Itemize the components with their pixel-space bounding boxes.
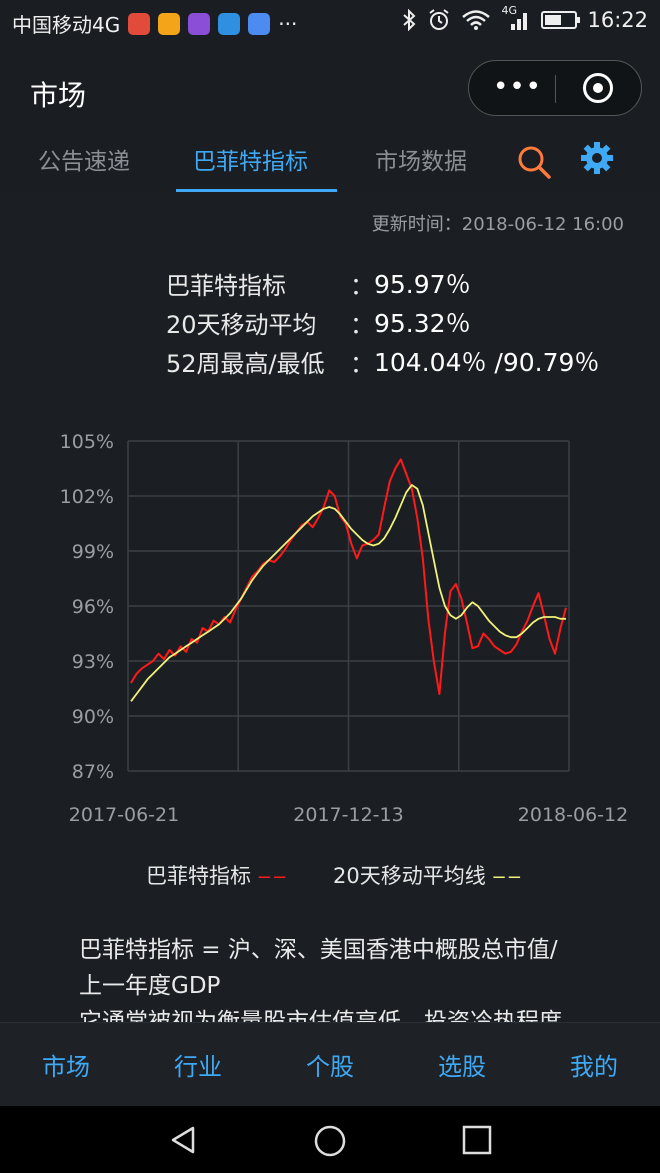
- indicator-description: 巴菲特指标 = 沪、深、美国香港中概股总市值/ 上一年度GDP 它通常被视为衡量…: [79, 932, 639, 1022]
- stat-colon: ：: [350, 311, 374, 339]
- stat-value-52w: 104.04％ /90.79％: [374, 348, 600, 377]
- nav-mine[interactable]: 我的: [528, 1047, 660, 1082]
- buffett-indicator-chart: 105% 102% 99% 96% 93% 90% 87% 2017-06-21 2017-12…: [60, 431, 629, 826]
- more-notifications-icon: ···: [278, 11, 298, 36]
- home-icon[interactable]: [313, 1124, 347, 1158]
- gear-icon[interactable]: [579, 140, 615, 176]
- nav-stocks[interactable]: 个股: [264, 1047, 396, 1082]
- x-tick-label: 2017-06-21: [69, 804, 179, 826]
- legend-item-buffett: 巴菲特指标 ‒‒: [146, 860, 288, 890]
- nav-market[interactable]: 市场: [0, 1047, 132, 1082]
- update-time: 更新时间：2018-06-12 16:00: [371, 214, 624, 235]
- status-bar: 中国移动4G ··· 4G 16:22: [0, 0, 660, 46]
- app-notification-icon: [158, 12, 181, 35]
- legend-label-ma20: 20天移动平均线: [333, 864, 486, 888]
- clock: 16:22: [587, 8, 648, 32]
- main-content: 更新时间：2018-06-12 16:00 巴菲特指标 ： 95.97％ 20天…: [0, 192, 660, 1022]
- legend-dash-red: ‒‒: [257, 864, 289, 888]
- y-tick-label: 105%: [60, 431, 114, 453]
- battery-icon: [541, 11, 581, 29]
- back-icon[interactable]: [167, 1124, 199, 1156]
- description-line: 它通常被视为衡量股市估值高低、投资冷热程度: [79, 1009, 562, 1022]
- more-options-icon[interactable]: •••: [493, 74, 542, 100]
- nav-stock-picker[interactable]: 选股: [396, 1047, 528, 1082]
- bottom-nav: 市场 行业 个股 选股 我的: [0, 1022, 660, 1107]
- system-nav-bar: [0, 1106, 660, 1173]
- y-tick-label: 87%: [72, 761, 114, 783]
- tab-buffett-indicator[interactable]: 巴菲特指标: [193, 142, 308, 176]
- app-notification-icon: [188, 12, 211, 35]
- mini-program-capsule: •••: [468, 60, 642, 116]
- recent-apps-icon[interactable]: [461, 1124, 493, 1156]
- tab-announcements[interactable]: 公告速递: [38, 142, 130, 176]
- legend-dash-yellow: ‒‒: [492, 864, 524, 888]
- bluetooth-icon: [403, 9, 416, 31]
- close-mini-program-icon[interactable]: [583, 73, 613, 103]
- top-tabs: 公告速递 巴菲特指标 市场数据: [0, 132, 660, 192]
- tab-market-data[interactable]: 市场数据: [375, 142, 467, 176]
- stat-value-buffett: 95.97％: [374, 270, 471, 299]
- stat-value-ma20: 95.32％: [374, 309, 471, 338]
- page-title: 市场: [30, 79, 87, 112]
- x-tick-label: 2018-06-12: [518, 804, 628, 826]
- title-bar: 市场 •••: [0, 46, 660, 132]
- y-tick-label: 99%: [72, 541, 114, 563]
- description-line: 巴菲特指标 = 沪、深、美国香港中概股总市值/: [79, 937, 558, 963]
- search-icon[interactable]: [516, 144, 552, 180]
- app-notification-icon: [128, 12, 151, 35]
- y-tick-label: 96%: [72, 596, 114, 618]
- nav-industry[interactable]: 行业: [132, 1047, 264, 1082]
- status-right: 4G 16:22: [401, 4, 648, 32]
- description-line: 上一年度GDP: [79, 973, 221, 999]
- legend-item-ma20: 20天移动平均线 ‒‒: [333, 860, 523, 890]
- stat-colon: ：: [350, 272, 374, 300]
- y-tick-label: 90%: [72, 706, 114, 728]
- alarm-icon: [429, 9, 450, 30]
- wifi-icon: [462, 10, 491, 30]
- carrier-label: 中国移动4G: [12, 13, 121, 37]
- stat-colon: ：: [350, 350, 374, 378]
- legend-label-buffett: 巴菲特指标: [146, 864, 251, 888]
- y-tick-label: 93%: [72, 651, 114, 673]
- stat-label-ma20: 20天移动平均: [166, 311, 317, 339]
- cellular-signal-icon: 4G: [501, 4, 531, 32]
- wifi-app-icon: [248, 12, 271, 35]
- app-notification-icon: [218, 12, 241, 35]
- x-tick-label: 2017-12-13: [293, 804, 403, 826]
- capsule-divider: [555, 75, 556, 103]
- status-left: 中国移动4G ···: [12, 9, 297, 38]
- y-tick-label: 102%: [60, 486, 114, 508]
- stat-label-52w: 52周最高/最低: [166, 350, 325, 378]
- stat-label-buffett: 巴菲特指标: [166, 272, 286, 300]
